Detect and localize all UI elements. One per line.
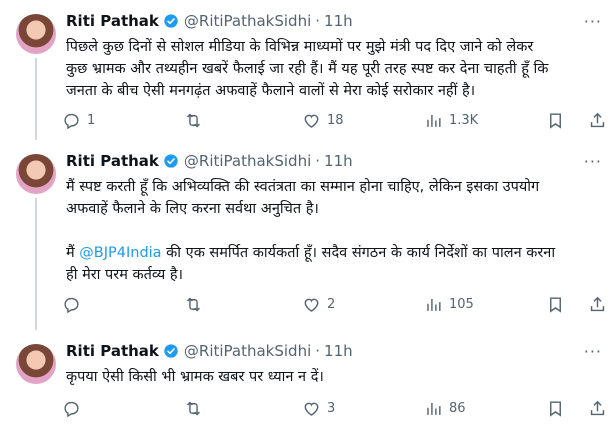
views-icon [427, 298, 441, 311]
like-count: 3 [327, 400, 336, 416]
retweet-button[interactable] [184, 396, 209, 420]
author-name[interactable]: Riti Pathak [66, 152, 159, 170]
views-count: 1.3K [449, 112, 479, 128]
verified-badge-icon [163, 13, 179, 29]
like-count: 18 [327, 112, 344, 128]
bookmark-button[interactable] [546, 108, 565, 132]
tweet[interactable]: Riti Pathak @RitiPathakSidhi · 11h ··· प… [0, 0, 616, 140]
author-handle[interactable]: @RitiPathakSidhi [184, 342, 311, 360]
separator-dot: · [315, 152, 321, 170]
mention-link[interactable]: @BJP4India [79, 245, 161, 261]
like-count: 2 [327, 296, 336, 312]
tweet-actions: 2 105 [62, 292, 605, 316]
reply-icon [64, 401, 79, 417]
like-button[interactable]: 3 [302, 396, 335, 420]
retweet-button[interactable] [184, 108, 209, 132]
verified-badge-icon [163, 153, 179, 169]
like-button[interactable]: 2 [302, 292, 335, 316]
bookmark-icon [550, 400, 561, 417]
bookmark-icon [550, 296, 561, 313]
share-button[interactable] [588, 292, 607, 316]
timestamp[interactable]: 11h [324, 152, 353, 170]
thread-line [35, 58, 37, 140]
tweet-header: Riti Pathak @RitiPathakSidhi · 11h [66, 152, 353, 170]
reply-button[interactable] [62, 292, 87, 316]
retweet-icon [187, 297, 200, 311]
views-icon [427, 114, 441, 127]
more-icon[interactable]: ··· [584, 12, 602, 31]
tweet-text: कृपया ऐसी किसी भी भ्रामक खबर पर ध्यान न … [66, 366, 606, 388]
retweet-button[interactable] [184, 292, 209, 316]
retweet-icon [187, 401, 200, 415]
avatar[interactable] [16, 154, 56, 194]
author-handle[interactable]: @RitiPathakSidhi [184, 12, 311, 30]
retweet-icon [187, 113, 200, 127]
author-name[interactable]: Riti Pathak [66, 342, 159, 360]
like-icon [304, 402, 319, 416]
views-icon [427, 402, 441, 415]
tweet-actions: 3 86 [62, 396, 605, 420]
separator-dot: · [315, 342, 321, 360]
thread-line [35, 198, 37, 330]
share-icon [590, 296, 605, 311]
timestamp[interactable]: 11h [324, 12, 353, 30]
views-button[interactable]: 105 [424, 292, 474, 316]
reply-button[interactable] [62, 396, 87, 420]
tweet[interactable]: Riti Pathak @RitiPathakSidhi · 11h ··· म… [0, 140, 616, 330]
like-icon [304, 114, 319, 128]
bookmark-button[interactable] [546, 292, 565, 316]
verified-badge-icon [163, 343, 179, 359]
like-button[interactable]: 18 [302, 108, 344, 132]
tweet-header: Riti Pathak @RitiPathakSidhi · 11h [66, 342, 353, 360]
author-name[interactable]: Riti Pathak [66, 12, 159, 30]
like-icon [304, 298, 319, 312]
author-handle[interactable]: @RitiPathakSidhi [184, 152, 311, 170]
reply-count: 1 [87, 112, 96, 128]
avatar[interactable] [16, 344, 56, 384]
avatar[interactable] [16, 14, 56, 54]
tweet-text: पिछले कुछ दिनों से सोशल मीडिया के विभिन्… [66, 36, 606, 102]
bookmark-icon [550, 112, 561, 129]
tweet-actions: 1 18 1.3K [62, 108, 605, 132]
views-button[interactable]: 86 [424, 396, 466, 420]
tweet-header: Riti Pathak @RitiPathakSidhi · 11h [66, 12, 353, 30]
more-icon[interactable]: ··· [584, 152, 602, 171]
tweet-text-content: पिछले कुछ दिनों से सोशल मीडिया के विभिन्… [66, 39, 549, 99]
tweet-text: मैं स्पष्ट करती हूँ कि अभिव्यक्ति की स्व… [66, 176, 606, 286]
timestamp[interactable]: 11h [324, 342, 353, 360]
reply-icon [64, 297, 79, 313]
views-count: 86 [449, 400, 466, 416]
tweet[interactable]: Riti Pathak @RitiPathakSidhi · 11h ··· क… [0, 330, 616, 429]
bookmark-button[interactable] [546, 396, 565, 420]
more-icon[interactable]: ··· [584, 342, 602, 361]
tweet-text-content: कृपया ऐसी किसी भी भ्रामक खबर पर ध्यान न … [66, 369, 324, 385]
share-button[interactable] [588, 396, 607, 420]
views-count: 105 [449, 296, 474, 312]
share-button[interactable] [588, 108, 607, 132]
separator-dot: · [315, 12, 321, 30]
reply-icon [64, 113, 79, 129]
reply-button[interactable]: 1 [62, 108, 95, 132]
share-icon [590, 400, 605, 415]
views-button[interactable]: 1.3K [424, 108, 478, 132]
share-icon [590, 112, 605, 127]
